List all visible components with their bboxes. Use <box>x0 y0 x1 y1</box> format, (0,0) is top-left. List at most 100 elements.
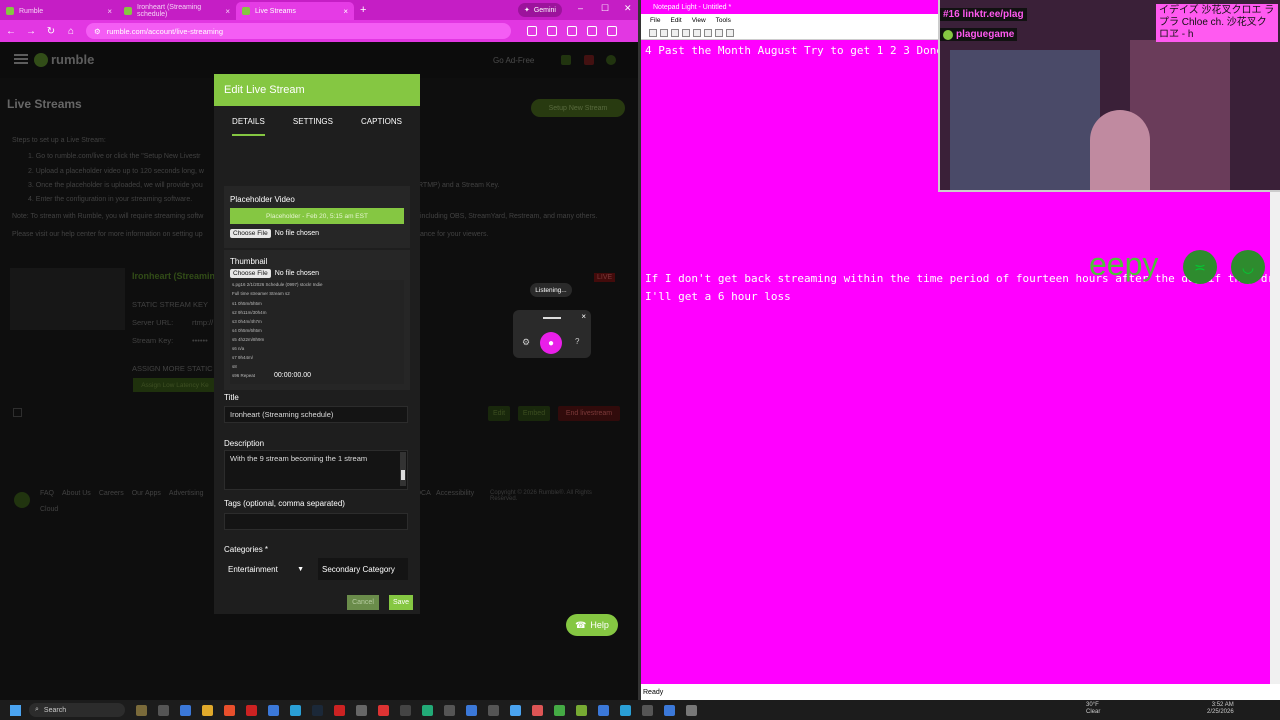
close-window-icon[interactable]: ✕ <box>624 3 632 14</box>
obs-icon[interactable] <box>356 704 367 716</box>
save-icon[interactable] <box>671 29 679 37</box>
thumb-text: s2 9h11m/30h4m <box>232 310 267 315</box>
close-icon[interactable]: × <box>107 7 112 16</box>
print-icon[interactable] <box>682 29 690 37</box>
app-icon[interactable] <box>532 704 543 716</box>
reload-icon[interactable]: ↻ <box>46 26 56 37</box>
new-file-icon[interactable] <box>649 29 657 37</box>
extensions-icon[interactable] <box>567 26 577 36</box>
description-textarea[interactable]: With the 9 stream becoming the 1 stream <box>224 450 408 490</box>
primary-category-select[interactable]: Entertainment ▼ <box>224 558 310 580</box>
minimize-icon[interactable]: – <box>578 3 583 13</box>
edge-icon[interactable] <box>180 704 191 716</box>
widgets-icon[interactable] <box>136 704 147 716</box>
secondary-category-select[interactable]: Secondary Category <box>318 558 408 580</box>
notepad-text-line[interactable]: I'll get a 6 hour loss <box>645 290 791 303</box>
close-icon[interactable]: × <box>343 7 348 16</box>
app-icon[interactable] <box>466 704 477 716</box>
save-button[interactable]: Save <box>389 595 413 610</box>
app-icon[interactable] <box>664 704 675 716</box>
now-playing-tag: イデイズ 沙花叉クロエ ラプラ Chloe ch. 沙花叉クロヱ - h <box>1156 4 1278 42</box>
menu-file[interactable]: File <box>650 17 660 24</box>
cut-icon[interactable] <box>693 29 701 37</box>
menu-icon[interactable] <box>607 26 617 36</box>
taskbar-clock[interactable]: 3:52 AM 2/25/2026 <box>1207 702 1234 716</box>
tags-input[interactable] <box>224 513 408 530</box>
gear-icon[interactable]: ⚙ <box>522 337 530 348</box>
app-icon[interactable] <box>554 704 565 716</box>
paste-icon[interactable] <box>715 29 723 37</box>
webcam-monitor <box>950 50 1100 190</box>
new-tab-icon[interactable]: + <box>360 4 366 16</box>
url-input[interactable]: ⚙ rumble.com/account/live-streaming <box>86 23 511 39</box>
gemini-button[interactable]: ✦ Gemini <box>517 3 562 17</box>
no-file-text: No file chosen <box>274 230 320 237</box>
menu-tools[interactable]: Tools <box>716 17 731 24</box>
app-icon[interactable] <box>642 704 653 716</box>
description-scrollbar[interactable] <box>400 452 406 486</box>
tab-captions[interactable]: CAPTIONS <box>361 117 402 136</box>
tab-ironheart[interactable]: Ironheart (Streaming schedule) × <box>118 2 236 20</box>
search-icon: ⌕ <box>35 706 39 713</box>
tab-live-streams[interactable]: Live Streams × <box>236 2 354 20</box>
open-file-icon[interactable] <box>660 29 668 37</box>
home-icon[interactable]: ⌂ <box>66 26 76 37</box>
copy-icon[interactable] <box>704 29 712 37</box>
site-info-icon[interactable]: ⚙ <box>94 27 101 36</box>
file-explorer-icon[interactable] <box>202 704 213 716</box>
app-icon[interactable] <box>268 704 279 716</box>
thumb-text: s6 n/a <box>232 346 245 351</box>
weather-widget[interactable]: 30°F Clear <box>1086 702 1100 716</box>
placeholder-file-picker[interactable]: Choose File No file chosen <box>230 229 319 238</box>
title-input[interactable]: Ironheart (Streaming schedule) <box>224 406 408 423</box>
thumb-text: s.pg16 2/1/2026 Schedule (0997) stock! I… <box>232 282 323 287</box>
app-icon[interactable] <box>488 704 499 716</box>
windows-start-icon[interactable] <box>10 704 21 716</box>
app-icon[interactable] <box>686 704 697 716</box>
app-icon[interactable] <box>378 704 389 716</box>
chrome-icon[interactable] <box>510 704 521 716</box>
app-icon[interactable] <box>422 704 433 716</box>
app-icon[interactable] <box>576 704 587 716</box>
menu-view[interactable]: View <box>692 17 706 24</box>
thumbnail-file-picker[interactable]: Choose File No file chosen <box>230 269 319 278</box>
app-icon[interactable] <box>598 704 609 716</box>
extension-icon[interactable] <box>527 26 537 36</box>
notepad-text-line[interactable]: 4 Past the Month August Try to get 1 2 3… <box>645 44 943 57</box>
forward-icon[interactable]: → <box>26 26 36 37</box>
maximize-icon[interactable]: ☐ <box>601 3 609 14</box>
browser-window: Rumble × Ironheart (Streaming schedule) … <box>0 0 638 700</box>
menu-edit[interactable]: Edit <box>670 17 681 24</box>
help-icon[interactable]: ? <box>575 337 579 346</box>
choose-file-button[interactable]: Choose File <box>230 229 271 238</box>
cancel-button[interactable]: Cancel <box>347 595 379 610</box>
linktree-label: #16 linktr.ee/plag <box>940 8 1027 21</box>
modal-tabs: DETAILS SETTINGS CAPTIONS <box>214 106 420 136</box>
back-icon[interactable]: ← <box>6 26 16 37</box>
drag-handle[interactable] <box>543 317 561 319</box>
app-icon[interactable] <box>400 704 411 716</box>
close-icon[interactable]: × <box>225 7 230 16</box>
help-button[interactable]: ☎ Help <box>566 614 618 636</box>
bookmark-icon[interactable] <box>547 26 557 36</box>
steam-icon[interactable] <box>312 704 323 716</box>
app-icon[interactable] <box>620 704 631 716</box>
app-icon[interactable] <box>444 704 455 716</box>
close-icon[interactable]: × <box>581 312 586 321</box>
task-view-icon[interactable] <box>158 704 169 716</box>
app-icon[interactable] <box>290 704 301 716</box>
profile-icon[interactable] <box>587 26 597 36</box>
taskbar-search[interactable]: ⌕ Search <box>29 703 125 717</box>
choose-file-button[interactable]: Choose File <box>230 269 271 278</box>
firefox-icon[interactable] <box>224 704 235 716</box>
tab-settings[interactable]: SETTINGS <box>293 117 333 136</box>
placeholder-progress-bar: Placeholder - Feb 20, 5:15 am EST <box>230 208 404 224</box>
clock-date: 2/25/2026 <box>1207 709 1234 715</box>
description-label: Description <box>224 439 265 448</box>
tab-details[interactable]: DETAILS <box>232 117 265 136</box>
undo-icon[interactable] <box>726 29 734 37</box>
app-icon[interactable] <box>334 704 345 716</box>
tab-rumble[interactable]: Rumble × <box>0 2 118 20</box>
microphone-icon[interactable]: ● <box>540 332 562 354</box>
app-icon[interactable] <box>246 704 257 716</box>
